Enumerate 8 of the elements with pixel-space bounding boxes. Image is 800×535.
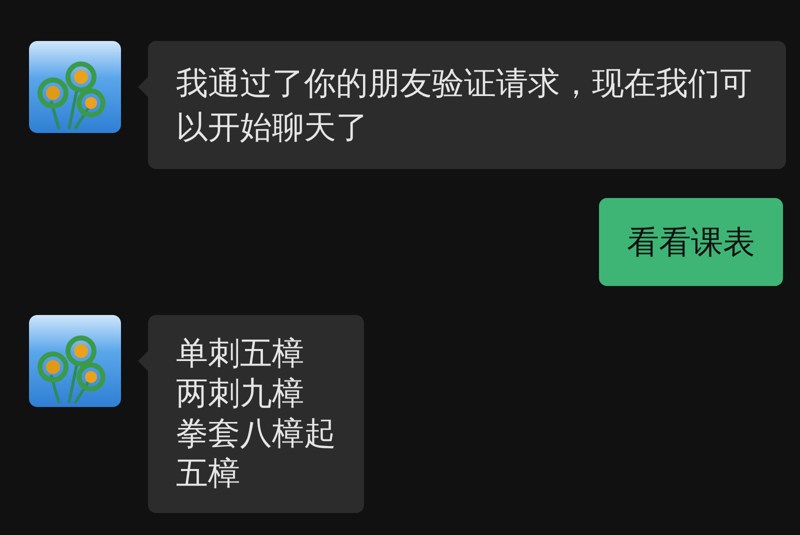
avatar-flower-icon[interactable] (29, 315, 121, 407)
message-text: 五樟 (176, 453, 241, 493)
message-text: 看看课表 (627, 222, 755, 263)
avatar-flower-icon[interactable] (29, 41, 121, 133)
message-text: 单刺五樟 (176, 333, 305, 373)
message-text: 两刺九樟 (176, 373, 305, 413)
message-text: 我通过了你的朋友验证请求，现在我们可以开始聊天了 (176, 63, 753, 148)
message-text: 拳套八樟起 (176, 413, 336, 453)
